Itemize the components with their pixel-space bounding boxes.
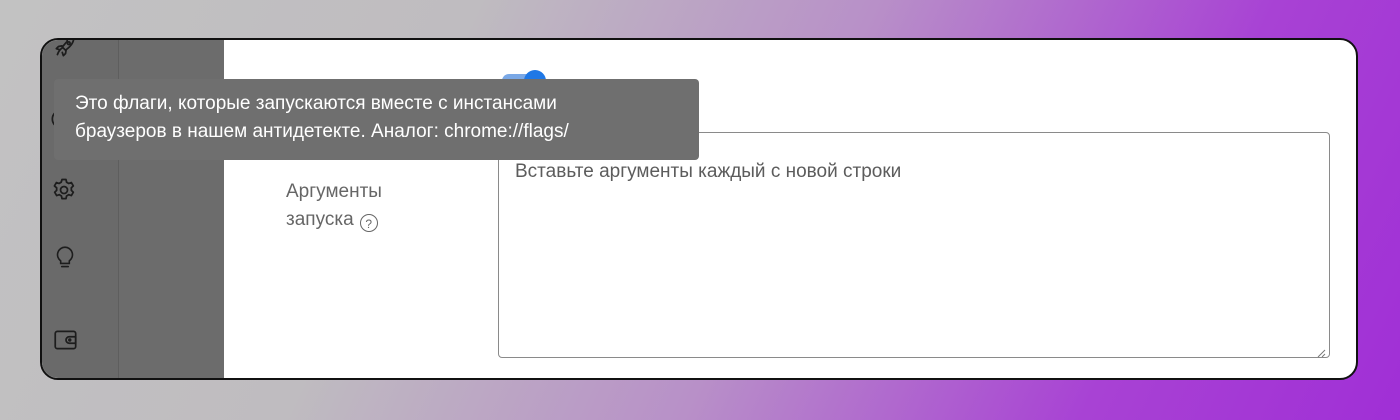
settings-icon[interactable] bbox=[50, 176, 78, 204]
label-line-2: запуска bbox=[286, 209, 354, 230]
tooltip-line-1: Это флаги, которые запускаются вместе с … bbox=[75, 93, 557, 114]
label-line-1: Аргументы bbox=[286, 181, 382, 202]
wallet-icon[interactable] bbox=[52, 328, 80, 352]
lightbulb-icon[interactable] bbox=[52, 244, 78, 272]
resize-handle-icon[interactable] bbox=[1316, 345, 1326, 358]
rocket-icon[interactable] bbox=[52, 40, 78, 60]
tooltip-line-2: браузеров в нашем антидетекте. Аналог: c… bbox=[75, 121, 569, 142]
launch-arguments-textarea[interactable] bbox=[498, 132, 1330, 358]
help-tooltip: Это флаги, которые запускаются вместе с … bbox=[54, 79, 699, 160]
help-icon[interactable]: ? bbox=[359, 214, 378, 232]
launch-arguments-label: Аргументы запуска? bbox=[286, 178, 466, 234]
